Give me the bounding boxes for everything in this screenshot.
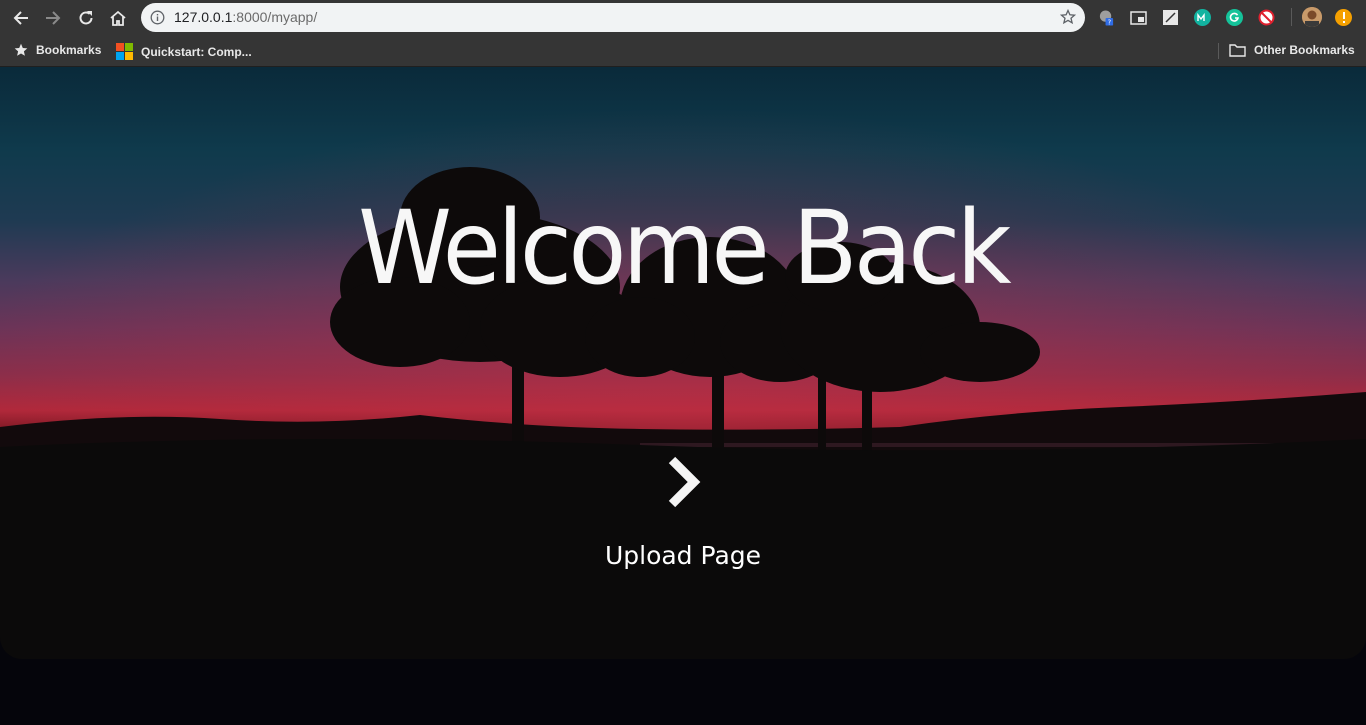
- svg-text:?: ?: [1108, 18, 1112, 26]
- profile-avatar-icon[interactable]: [1302, 7, 1322, 27]
- address-bar[interactable]: 127.0.0.1:8000/myapp/: [141, 3, 1085, 32]
- home-icon: [110, 10, 126, 26]
- forward-arrow-icon: [46, 11, 61, 25]
- help-extension-icon[interactable]: ?: [1098, 9, 1115, 26]
- upload-page-link[interactable]: Upload Page: [0, 541, 1366, 570]
- welcome-heading: Welcome Back: [358, 189, 1011, 308]
- chevron-right-icon: [668, 456, 701, 508]
- folder-icon: [1229, 44, 1246, 57]
- toolbar-divider: [1291, 8, 1292, 26]
- forward-button[interactable]: [38, 3, 68, 33]
- bookmarks-bar: Bookmarks Quickstart: Comp... Other Book…: [0, 36, 1366, 67]
- site-info-icon[interactable]: [150, 10, 165, 25]
- grammarly-icon[interactable]: [1226, 9, 1243, 26]
- picture-in-picture-icon[interactable]: [1130, 9, 1147, 26]
- alert-extension-icon[interactable]: [1335, 9, 1352, 26]
- block-extension-icon[interactable]: [1258, 9, 1275, 26]
- url-text: 127.0.0.1:8000/myapp/: [174, 9, 318, 25]
- bookmark-star-icon[interactable]: [1060, 9, 1076, 25]
- bookmark-label: Quickstart: Comp...: [141, 44, 252, 59]
- star-icon: [14, 43, 28, 56]
- m-extension-icon[interactable]: [1194, 9, 1211, 26]
- microsoft-logo-icon: [116, 43, 133, 60]
- bookmarks-divider: [1218, 43, 1219, 59]
- back-button[interactable]: [6, 3, 36, 33]
- cast-extension-icon[interactable]: [1162, 9, 1179, 26]
- browser-toolbar: 127.0.0.1:8000/myapp/ ?: [0, 0, 1366, 36]
- reload-button[interactable]: [71, 3, 101, 33]
- hero-section: Welcome Back Upload Page: [0, 67, 1366, 659]
- other-bookmarks-folder[interactable]: Other Bookmarks: [1229, 43, 1355, 57]
- bookmarks-folder[interactable]: Bookmarks: [14, 43, 101, 57]
- bookmark-label: Bookmarks: [36, 43, 102, 57]
- bookmark-quickstart[interactable]: Quickstart: Comp...: [116, 43, 252, 60]
- sunset-tree-silhouette: [0, 67, 1366, 659]
- home-button[interactable]: [103, 3, 133, 33]
- reload-icon: [79, 11, 93, 25]
- other-bookmarks-label: Other Bookmarks: [1254, 43, 1355, 57]
- next-button[interactable]: [659, 452, 709, 512]
- back-arrow-icon: [13, 11, 28, 25]
